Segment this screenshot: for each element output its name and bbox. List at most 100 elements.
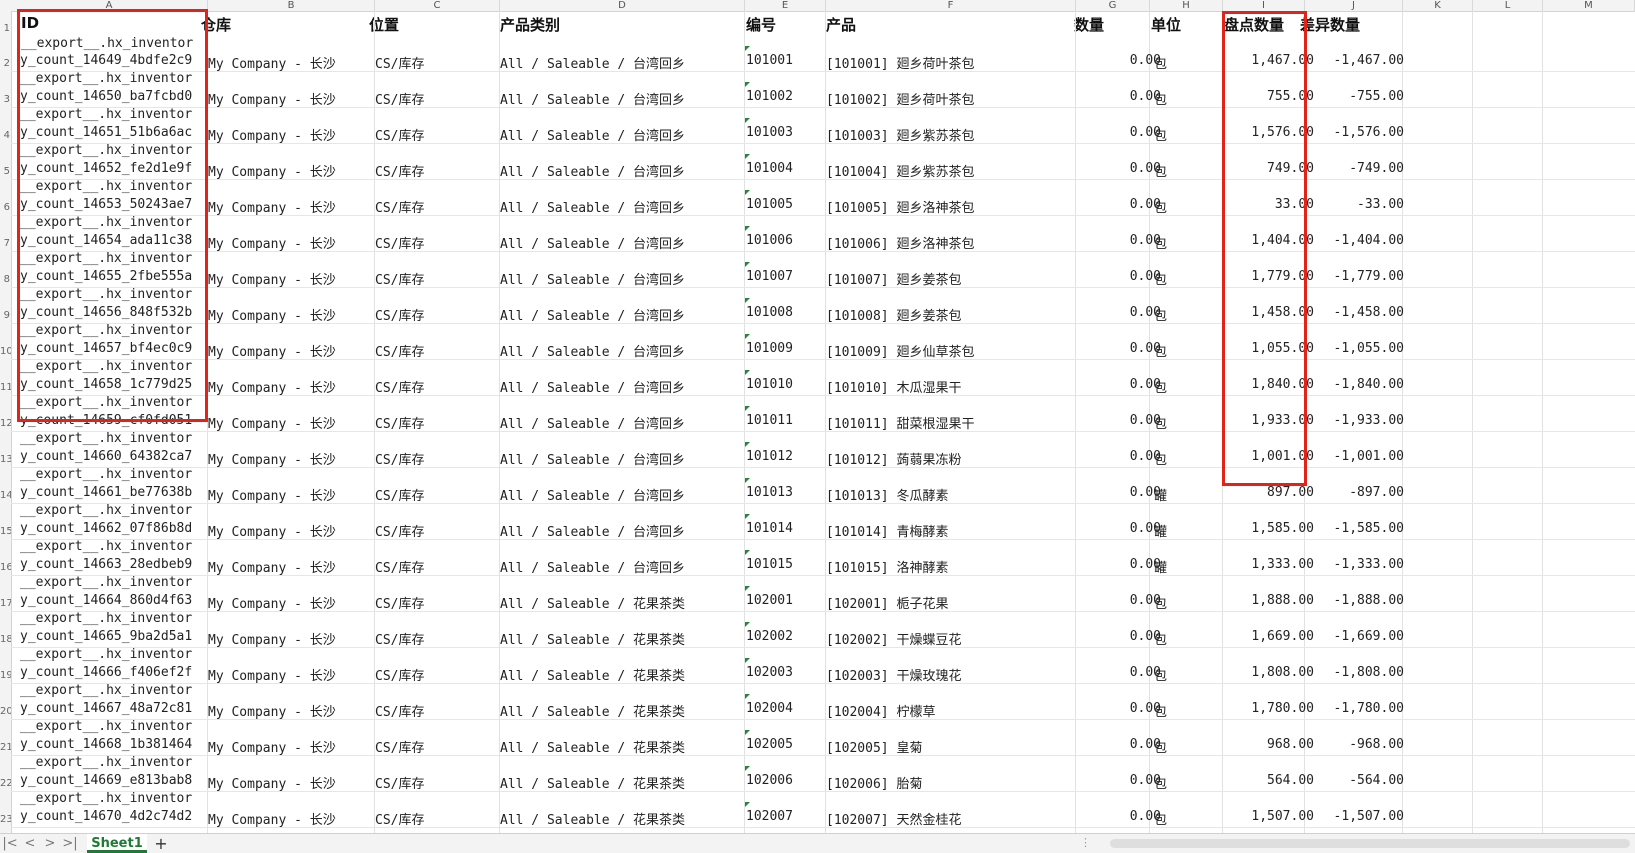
code-cell[interactable]: 102005 [746, 737, 824, 752]
first-sheet-button[interactable]: |< [0, 836, 20, 852]
code-cell[interactable]: 102001 [746, 593, 824, 608]
product-cell[interactable]: [101002] 廻乡荷叶茶包 [826, 89, 1076, 108]
warehouse-cell[interactable]: My Company - 长沙 [208, 773, 373, 792]
product-cell[interactable]: [101014] 青梅酵素 [826, 521, 1076, 540]
count-qty-cell[interactable]: 1,001.00 [1224, 449, 1314, 464]
location-cell[interactable]: CS/库存 [375, 737, 495, 756]
unit-cell[interactable]: 包 [1154, 341, 1214, 360]
warehouse-cell[interactable]: My Company - 长沙 [208, 197, 373, 216]
location-cell[interactable]: CS/库存 [375, 125, 495, 144]
location-cell[interactable]: CS/库存 [375, 233, 495, 252]
code-cell[interactable]: 101011 [746, 413, 824, 428]
id-cell[interactable]: y_count_14656_848f532b [20, 305, 210, 321]
column-header[interactable]: I [1223, 0, 1305, 11]
id-cell[interactable]: y_count_14654_ada11c38 [20, 233, 210, 249]
diff-qty-cell[interactable]: -1,467.00 [1306, 53, 1404, 68]
code-cell[interactable]: 101007 [746, 269, 824, 284]
quantity-cell[interactable]: 0.00 [1077, 125, 1161, 140]
id-cell[interactable]: y_count_14662_07f86b8d [20, 521, 210, 537]
count-qty-cell[interactable]: 1,333.00 [1224, 557, 1314, 572]
diff-qty-cell[interactable]: -897.00 [1306, 485, 1404, 500]
row-header[interactable]: 14 [0, 490, 11, 501]
column-header[interactable]: C [375, 0, 500, 11]
category-cell[interactable]: All / Saleable / 台湾回乡 [500, 557, 750, 576]
row-header[interactable]: 4 [0, 130, 11, 141]
code-cell[interactable]: 102007 [746, 809, 824, 824]
product-cell[interactable]: [102006] 胎菊 [826, 773, 1076, 792]
location-cell[interactable]: CS/库存 [375, 341, 495, 360]
warehouse-cell[interactable]: My Company - 长沙 [208, 89, 373, 108]
product-cell[interactable]: [101009] 廻乡仙草茶包 [826, 341, 1076, 360]
id-cell[interactable]: y_count_14658_1c779d25 [20, 377, 210, 393]
location-cell[interactable]: CS/库存 [375, 197, 495, 216]
id-cell[interactable]: y_count_14660_64382ca7 [20, 449, 210, 465]
count-qty-cell[interactable]: 1,669.00 [1224, 629, 1314, 644]
column-header[interactable]: H [1150, 0, 1223, 11]
category-cell[interactable]: All / Saleable / 花果茶类 [500, 629, 750, 648]
code-cell[interactable]: 101003 [746, 125, 824, 140]
product-cell[interactable]: [101006] 廻乡洛神茶包 [826, 233, 1076, 252]
id-cell[interactable]: y_count_14651_51b6a6ac [20, 125, 210, 141]
location-cell[interactable]: CS/库存 [375, 809, 495, 828]
count-qty-cell[interactable]: 33.00 [1224, 197, 1314, 212]
unit-cell[interactable]: 包 [1154, 809, 1214, 828]
product-cell[interactable]: [102002] 干燥蝶豆花 [826, 629, 1076, 648]
code-cell[interactable]: 102002 [746, 629, 824, 644]
product-cell[interactable]: [102003] 干燥玫瑰花 [826, 665, 1076, 684]
count-qty-cell[interactable]: 1,585.00 [1224, 521, 1314, 536]
diff-qty-cell[interactable]: -1,458.00 [1306, 305, 1404, 320]
diff-qty-cell[interactable]: -1,933.00 [1306, 413, 1404, 428]
code-cell[interactable]: 101009 [746, 341, 824, 356]
diff-qty-cell[interactable]: -1,808.00 [1306, 665, 1404, 680]
location-cell[interactable]: CS/库存 [375, 449, 495, 468]
product-cell[interactable]: [102004] 柠檬草 [826, 701, 1076, 720]
quantity-cell[interactable]: 0.00 [1077, 629, 1161, 644]
quantity-cell[interactable]: 0.00 [1077, 449, 1161, 464]
quantity-cell[interactable]: 0.00 [1077, 593, 1161, 608]
row-header[interactable]: 22 [0, 778, 11, 789]
row-header[interactable]: 23 [0, 814, 11, 825]
unit-cell[interactable]: 包 [1154, 413, 1214, 432]
warehouse-cell[interactable]: My Company - 长沙 [208, 665, 373, 684]
row-header[interactable]: 10 [0, 346, 11, 357]
quantity-cell[interactable]: 0.00 [1077, 89, 1161, 104]
location-cell[interactable]: CS/库存 [375, 305, 495, 324]
product-cell[interactable]: [101003] 廻乡紫苏茶包 [826, 125, 1076, 144]
quantity-cell[interactable]: 0.00 [1077, 701, 1161, 716]
category-cell[interactable]: All / Saleable / 台湾回乡 [500, 377, 750, 396]
prev-sheet-button[interactable]: < [20, 836, 40, 852]
id-cell[interactable]: y_count_14649_4bdfe2c9 [20, 53, 210, 69]
diff-qty-cell[interactable]: -1,585.00 [1306, 521, 1404, 536]
location-cell[interactable]: CS/库存 [375, 773, 495, 792]
warehouse-cell[interactable]: My Company - 长沙 [208, 737, 373, 756]
diff-qty-cell[interactable]: -1,507.00 [1306, 809, 1404, 824]
count-qty-cell[interactable]: 1,507.00 [1224, 809, 1314, 824]
quantity-cell[interactable]: 0.00 [1077, 809, 1161, 824]
warehouse-cell[interactable]: My Company - 长沙 [208, 521, 373, 540]
code-cell[interactable]: 101013 [746, 485, 824, 500]
id-cell[interactable]: y_count_14667_48a72c81 [20, 701, 210, 717]
quantity-cell[interactable]: 0.00 [1077, 413, 1161, 428]
location-cell[interactable]: CS/库存 [375, 161, 495, 180]
warehouse-cell[interactable]: My Company - 长沙 [208, 305, 373, 324]
code-cell[interactable]: 101015 [746, 557, 824, 572]
header-location[interactable]: 位置 [369, 14, 479, 35]
horizontal-scrollbar[interactable] [1110, 839, 1630, 848]
diff-qty-cell[interactable]: -755.00 [1306, 89, 1404, 104]
warehouse-cell[interactable]: My Company - 长沙 [208, 557, 373, 576]
code-cell[interactable]: 102004 [746, 701, 824, 716]
warehouse-cell[interactable]: My Company - 长沙 [208, 269, 373, 288]
product-cell[interactable]: [102001] 栀子花果 [826, 593, 1076, 612]
unit-cell[interactable]: 包 [1154, 701, 1214, 720]
category-cell[interactable]: All / Saleable / 花果茶类 [500, 701, 750, 720]
column-header[interactable]: E [745, 0, 826, 11]
product-cell[interactable]: [101012] 蒟蒻果冻粉 [826, 449, 1076, 468]
category-cell[interactable]: All / Saleable / 花果茶类 [500, 593, 750, 612]
diff-qty-cell[interactable]: -1,404.00 [1306, 233, 1404, 248]
count-qty-cell[interactable]: 1,779.00 [1224, 269, 1314, 284]
row-header[interactable]: 19 [0, 670, 11, 681]
code-cell[interactable]: 101005 [746, 197, 824, 212]
category-cell[interactable]: All / Saleable / 台湾回乡 [500, 125, 750, 144]
product-cell[interactable]: [102005] 皇菊 [826, 737, 1076, 756]
count-qty-cell[interactable]: 1,840.00 [1224, 377, 1314, 392]
